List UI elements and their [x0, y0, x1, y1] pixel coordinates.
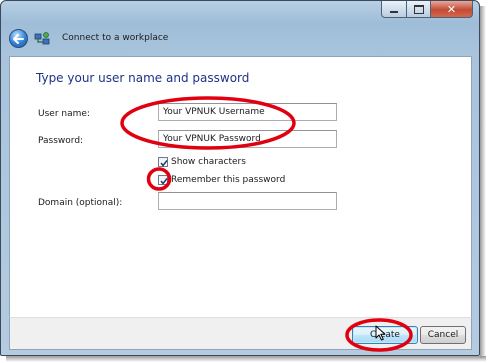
- domain-field[interactable]: [158, 192, 337, 210]
- username-label: User name:: [38, 109, 90, 119]
- network-connection-icon: [34, 32, 50, 45]
- maximize-button[interactable]: [406, 1, 431, 18]
- password-label: Password:: [38, 136, 84, 146]
- cancel-button[interactable]: Cancel: [420, 326, 466, 344]
- show-characters-label: Show characters: [171, 157, 246, 167]
- close-button[interactable]: ✕: [431, 1, 473, 18]
- window-shadow-bottom: [6, 356, 486, 362]
- remember-password-label: Remember this password: [171, 175, 286, 185]
- back-arrow-icon: [13, 33, 24, 44]
- back-button[interactable]: [9, 29, 28, 48]
- wizard-window: ✕ Connect to a workplace Type your user …: [0, 0, 480, 356]
- window-controls: ✕: [381, 1, 473, 19]
- maximize-icon: [413, 4, 424, 14]
- domain-label: Domain (optional):: [38, 198, 123, 208]
- highlight-create-ellipse: [345, 318, 413, 352]
- window-title: Connect to a workplace: [62, 33, 169, 43]
- highlight-remember-ellipse: [146, 167, 172, 191]
- minimize-icon: [390, 11, 398, 13]
- page-heading: Type your user name and password: [36, 71, 250, 85]
- minimize-button[interactable]: [381, 1, 406, 18]
- remember-password-option[interactable]: Remember this password: [158, 174, 285, 186]
- window-shadow-right: [480, 6, 486, 358]
- close-icon: ✕: [446, 2, 457, 16]
- highlight-credentials-ellipse: [120, 96, 296, 150]
